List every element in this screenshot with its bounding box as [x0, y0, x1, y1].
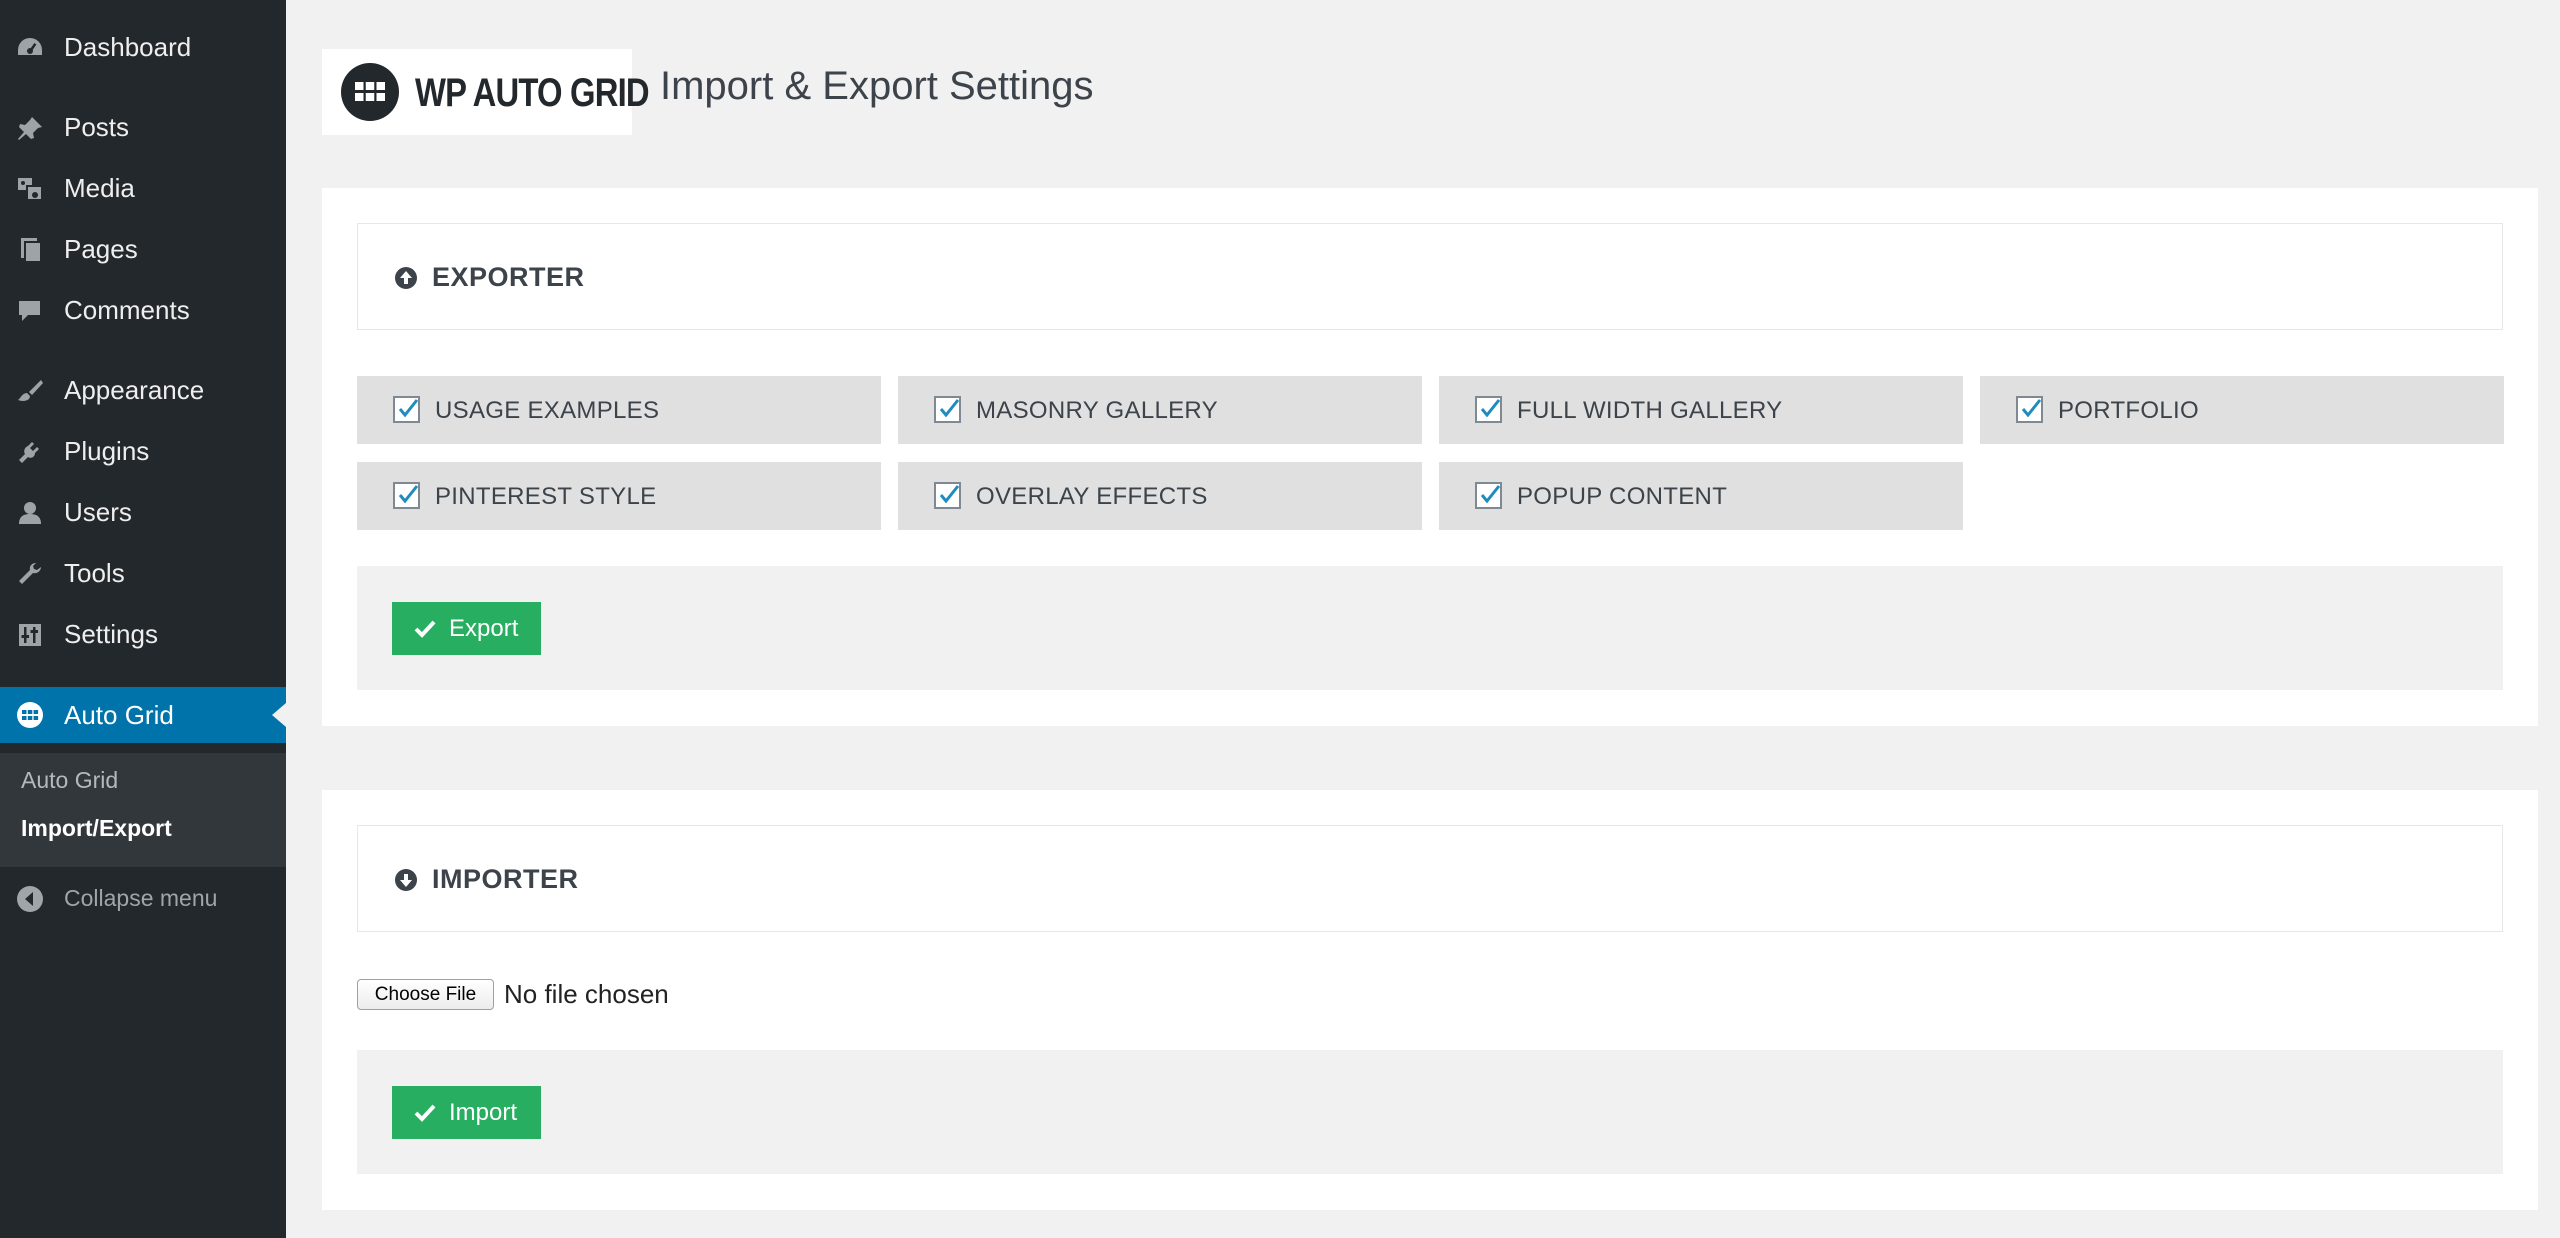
export-option-full-width-gallery[interactable]: FULL WIDTH GALLERY [1439, 376, 1963, 444]
checkbox[interactable] [2016, 396, 2043, 423]
sidebar-item-label: Posts [64, 111, 130, 142]
checkbox[interactable] [934, 482, 961, 509]
sidebar-item-appearance[interactable]: Appearance [0, 364, 286, 416]
export-option-masonry-gallery[interactable]: MASONRY GALLERY [898, 376, 1422, 444]
import-action-bar: Import [357, 1050, 2503, 1174]
sidebar-item-label: Tools [64, 557, 125, 588]
checkbox[interactable] [1475, 396, 1502, 423]
submenu-item-import-export[interactable]: Import/Export [21, 815, 172, 842]
collapse-arrow-icon [16, 885, 44, 918]
sidebar-item-label: Comments [64, 294, 190, 325]
brush-icon [16, 378, 44, 404]
sidebar-item-media[interactable]: Media [0, 162, 286, 214]
sidebar-item-pages[interactable]: Pages [0, 223, 286, 275]
settings-icon [16, 622, 44, 648]
user-icon [16, 500, 44, 526]
option-label: OVERLAY EFFECTS [976, 483, 1208, 510]
plug-icon [16, 439, 44, 465]
collapse-menu-label: Collapse menu [64, 885, 218, 911]
export-option-portfolio[interactable]: PORTFOLIO [1980, 376, 2504, 444]
import-button-label: Import [449, 1099, 518, 1126]
export-option-pinterest-style[interactable]: PINTEREST STYLE [357, 462, 881, 530]
comment-icon [16, 298, 44, 324]
export-option-usage-examples[interactable]: USAGE EXAMPLES [357, 376, 881, 444]
checkmark-icon [414, 618, 436, 646]
dashboard-icon [16, 35, 44, 61]
sidebar-item-plugins[interactable]: Plugins [0, 425, 286, 477]
export-button-label: Export [449, 615, 519, 642]
grid-logo-icon [341, 63, 399, 121]
sidebar-item-auto-grid[interactable]: Auto Grid [0, 687, 286, 743]
logo-text: WP AUTO GRID [415, 71, 650, 115]
sidebar-item-label: Dashboard [64, 31, 192, 62]
option-label: PINTEREST STYLE [435, 483, 657, 510]
checkbox[interactable] [1475, 482, 1502, 509]
media-icon [16, 176, 44, 202]
arrow-up-circle-icon [394, 266, 418, 295]
option-label: PORTFOLIO [2058, 397, 2199, 424]
export-option-overlay-effects[interactable]: OVERLAY EFFECTS [898, 462, 1422, 530]
active-indicator-arrow [272, 703, 286, 727]
choose-file-button[interactable]: Choose File [357, 979, 494, 1010]
sidebar-item-label: Auto Grid [64, 699, 174, 730]
sidebar-item-tools[interactable]: Tools [0, 547, 286, 599]
sidebar-item-label: Media [64, 172, 135, 203]
checkmark-icon [414, 1102, 436, 1130]
importer-title: IMPORTER [432, 864, 579, 894]
checkbox[interactable] [393, 482, 420, 509]
sidebar-item-settings[interactable]: Settings [0, 608, 286, 660]
option-label: USAGE EXAMPLES [435, 397, 660, 424]
page-title: Import & Export Settings [660, 64, 1094, 108]
auto-grid-submenu: Auto Grid Import/Export [0, 753, 286, 867]
sidebar-item-label: Plugins [64, 435, 150, 466]
checkbox[interactable] [934, 396, 961, 423]
exporter-title: EXPORTER [432, 262, 585, 292]
importer-header: IMPORTER [357, 825, 2503, 932]
sidebar-item-dashboard[interactable]: Dashboard [0, 21, 286, 73]
sidebar-item-users[interactable]: Users [0, 486, 286, 538]
plugin-logo: WP AUTO GRID [322, 49, 650, 135]
export-button[interactable]: Export [392, 602, 541, 655]
admin-sidebar: Dashboard Posts Media Pages Comments App… [0, 0, 286, 1238]
option-label: FULL WIDTH GALLERY [1517, 397, 1783, 424]
sidebar-item-label: Settings [64, 618, 158, 649]
exporter-header: EXPORTER [357, 223, 2503, 330]
pin-icon [16, 115, 44, 141]
arrow-down-circle-icon [394, 868, 418, 897]
exporter-panel: EXPORTER USAGE EXAMPLES MASONRY GALLERY … [322, 188, 2538, 726]
sidebar-item-label: Pages [64, 233, 138, 264]
option-label: MASONRY GALLERY [976, 397, 1218, 424]
option-label: POPUP CONTENT [1517, 483, 1728, 510]
sidebar-item-posts[interactable]: Posts [0, 101, 286, 153]
importer-panel: IMPORTER Choose File No file chosen Impo… [322, 790, 2538, 1210]
wrench-icon [16, 561, 44, 587]
collapse-menu-button[interactable]: Collapse menu [0, 872, 286, 924]
export-option-popup-content[interactable]: POPUP CONTENT [1439, 462, 1963, 530]
file-status-text: No file chosen [504, 979, 669, 1009]
sidebar-item-label: Appearance [64, 374, 205, 405]
sidebar-item-comments[interactable]: Comments [0, 284, 286, 336]
sidebar-item-label: Users [64, 496, 132, 527]
checkbox[interactable] [393, 396, 420, 423]
pages-icon [16, 237, 44, 263]
grid-icon [16, 702, 44, 728]
export-action-bar: Export [357, 566, 2503, 690]
import-button[interactable]: Import [392, 1086, 541, 1139]
submenu-item-auto-grid[interactable]: Auto Grid [21, 767, 118, 794]
